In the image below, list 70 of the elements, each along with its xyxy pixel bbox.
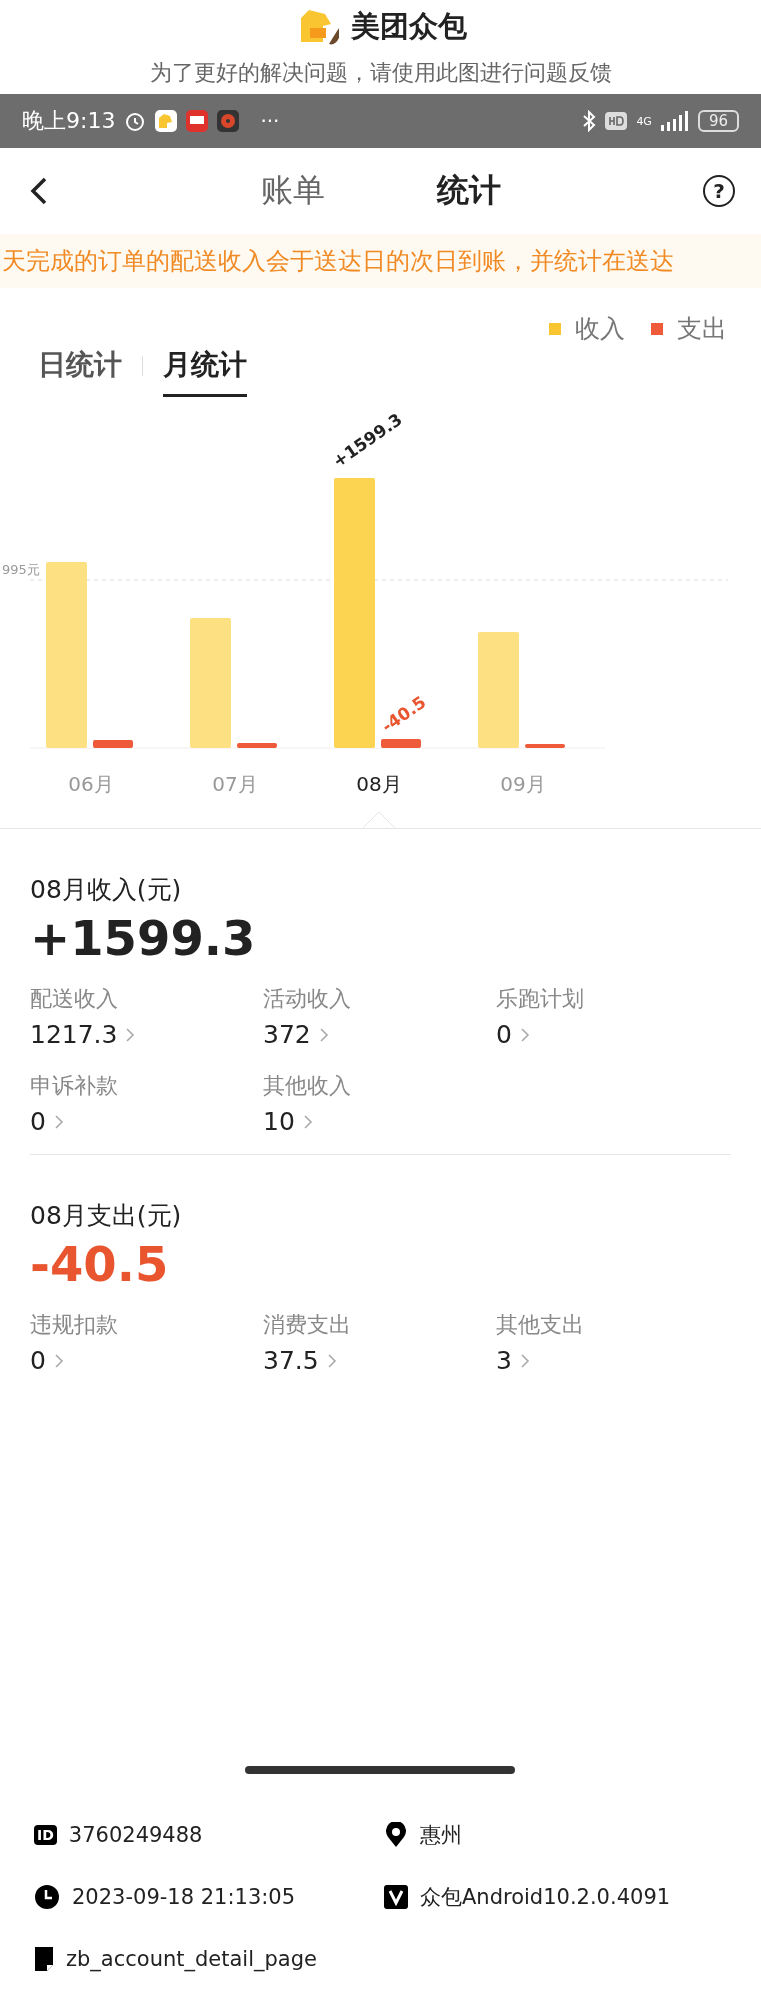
category-label: 其他支出: [496, 1311, 585, 1339]
city: 惠州: [420, 1822, 462, 1849]
chevron-icon: [519, 1352, 530, 1369]
category-value-link[interactable]: 0: [30, 1346, 64, 1375]
v-badge-icon: [384, 1885, 408, 1909]
expense-bar[interactable]: [381, 739, 421, 748]
hd-icon: [605, 112, 628, 130]
battery-indicator: 96: [697, 110, 739, 132]
nav-tab[interactable]: 账单: [260, 169, 325, 213]
category-value-link[interactable]: 10: [263, 1107, 313, 1136]
chevron-icon: [53, 1113, 64, 1130]
category-value-link[interactable]: 1217.3: [30, 1020, 136, 1049]
notice-banner: 天完成的订单的配送收入会于送达日的次日到账，并统计在送达: [0, 234, 761, 288]
chevron-icon: [302, 1113, 313, 1130]
income-bar[interactable]: [190, 618, 231, 748]
category-value-link[interactable]: 0: [30, 1107, 64, 1136]
feedback-hint: 为了更好的解决问题，请使用此图进行问题反馈: [148, 59, 613, 87]
summary-title: 08月收入(元): [30, 874, 183, 906]
signal-icon: [660, 111, 689, 131]
income-bar[interactable]: [478, 632, 519, 748]
category-label: 违规扣款: [30, 1311, 119, 1339]
record-app-icon: [217, 110, 240, 132]
app-notification-icon: [155, 110, 178, 132]
chevron-icon: [318, 1026, 329, 1043]
category-value-link[interactable]: 372: [263, 1020, 329, 1049]
month-label[interactable]: 08月: [356, 772, 402, 796]
category-label: 活动收入: [263, 985, 352, 1013]
app-notification-icon: [186, 110, 209, 132]
legend-label: 支出: [677, 313, 727, 345]
income-bar[interactable]: [334, 478, 375, 748]
category-value-link[interactable]: 37.5: [263, 1346, 337, 1375]
reference-label: 995元: [2, 562, 40, 577]
page-name: zb_account_detail_page: [66, 1947, 317, 1971]
expense-bar[interactable]: [237, 743, 277, 748]
id-icon: ID: [34, 1825, 57, 1845]
app-version: 众包Android10.2.0.4091: [420, 1884, 671, 1911]
summary-total: -40.5: [30, 1236, 170, 1292]
status-time: 晚上9:13: [22, 107, 116, 135]
bluetooth-icon: [582, 110, 597, 132]
category-label: 消费支出: [263, 1311, 352, 1339]
category-label: 申诉补款: [30, 1072, 119, 1100]
category-label: 其他收入: [263, 1072, 352, 1100]
category-label: 乐跑计划: [496, 985, 585, 1013]
category-value-link[interactable]: 3: [496, 1346, 530, 1375]
category-label: 配送收入: [30, 985, 119, 1013]
expense-bar[interactable]: [525, 744, 565, 748]
alarm-clock-icon: [124, 110, 147, 132]
period-tab[interactable]: 月统计: [163, 346, 247, 397]
timestamp: 2023-09-18 21:13:05: [72, 1885, 296, 1909]
location-pin-icon: [384, 1822, 408, 1848]
chevron-icon: [519, 1026, 530, 1043]
summary-total: +1599.3: [30, 910, 257, 966]
document-icon: [34, 1946, 54, 1972]
help-button[interactable]: ?: [703, 175, 735, 207]
chevron-icon: [53, 1352, 64, 1369]
chevron-icon: [125, 1026, 136, 1043]
legend-label: 收入: [575, 313, 625, 345]
back-icon[interactable]: [30, 176, 48, 206]
summary-title: 08月支出(元): [30, 1200, 183, 1232]
network-type: 4G: [636, 114, 652, 128]
user-id: 3760249488: [68, 1823, 203, 1847]
clock-icon: [34, 1884, 60, 1910]
nav-tab[interactable]: 统计: [436, 169, 501, 213]
app-name: 美团众包: [350, 8, 467, 45]
category-value-link[interactable]: 0: [496, 1020, 530, 1049]
more-notifications: ···: [260, 109, 280, 133]
expense-bar[interactable]: [93, 740, 133, 748]
period-tab[interactable]: 日统计: [38, 346, 122, 397]
income-bar[interactable]: [46, 562, 87, 748]
chevron-icon: [326, 1352, 337, 1369]
